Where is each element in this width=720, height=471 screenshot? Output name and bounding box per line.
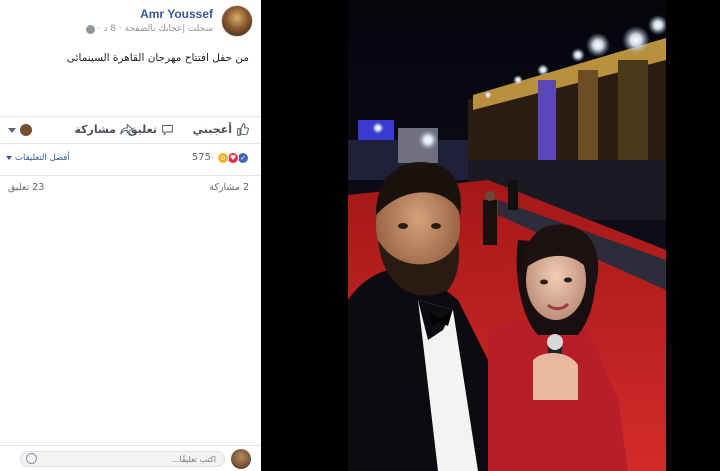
post-meta-text[interactable]: سجلت إعجابك بالصفحة · 8 د · (98, 24, 213, 34)
post-stats: 2 مشاركة 23 تعليق (0, 175, 261, 199)
reaction-as-selector[interactable] (8, 124, 32, 136)
comment-input[interactable] (20, 451, 225, 467)
chevron-down-icon (6, 156, 12, 160)
thumbs-up-icon (237, 123, 249, 136)
comment-sort-label: أفضل التعليقات (15, 153, 70, 163)
reactions-bar: ✓ ♥ o 575 أفضل التعليقات (0, 150, 261, 170)
reaction-count[interactable]: 575 (192, 152, 211, 163)
author-avatar[interactable] (221, 5, 253, 37)
action-bar: أعجبني تعليق مشاركة (0, 116, 261, 144)
like-button[interactable]: أعجبني (193, 123, 249, 136)
commenter-avatar (231, 449, 251, 469)
comment-button[interactable]: تعليق (128, 123, 174, 136)
post-photo[interactable] (348, 0, 666, 471)
chevron-down-icon (8, 127, 16, 133)
post-meta: سجلت إعجابك بالصفحة · 8 د · (85, 24, 213, 34)
comment-composer (0, 445, 261, 471)
page-avatar (20, 124, 32, 136)
post-viewer: Amr Youssef سجلت إعجابك بالصفحة · 8 د · … (0, 0, 720, 471)
post-text: من حفل افتتاح مهرجان القاهرة السينمائى (66, 52, 249, 64)
share-button[interactable]: مشاركة (74, 123, 133, 136)
like-label: أعجبني (192, 123, 232, 136)
globe-icon (85, 24, 95, 34)
comments-count[interactable]: 23 تعليق (8, 182, 44, 193)
post-sidebar: Amr Youssef سجلت إعجابك بالصفحة · 8 د · … (0, 0, 261, 471)
shares-count[interactable]: 2 مشاركة (209, 182, 249, 193)
reaction-icons[interactable]: ✓ ♥ o (217, 152, 249, 164)
wow-reaction-icon: o (217, 152, 229, 164)
author-name[interactable]: Amr Youssef (140, 7, 213, 21)
viewer-backdrop (261, 0, 348, 471)
comment-sort-dropdown[interactable]: أفضل التعليقات (6, 153, 70, 163)
share-icon (120, 123, 133, 135)
emoji-icon[interactable] (26, 453, 37, 464)
post-header: Amr Youssef سجلت إعجابك بالصفحة · 8 د · (8, 5, 253, 39)
share-label: مشاركة (74, 123, 116, 136)
red-carpet-selfie-image (348, 0, 666, 471)
viewer-backdrop-right (666, 0, 720, 471)
comment-icon (162, 124, 173, 136)
